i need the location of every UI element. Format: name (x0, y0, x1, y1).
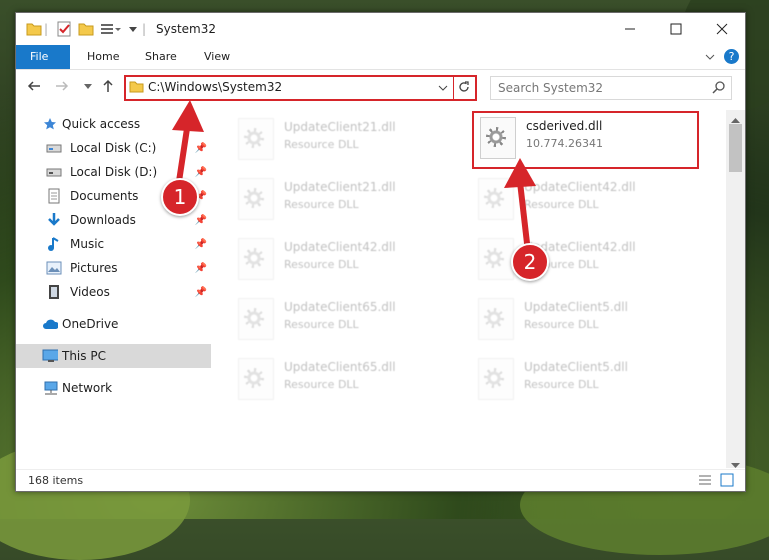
step-2-badge: 2 (511, 243, 549, 281)
annotation-arrows (172, 100, 536, 253)
arrowhead-step-2 (504, 158, 536, 188)
arrow-step-2 (517, 181, 531, 253)
arrowhead-step-1 (172, 100, 204, 132)
step-1-badge: 1 (161, 178, 199, 216)
